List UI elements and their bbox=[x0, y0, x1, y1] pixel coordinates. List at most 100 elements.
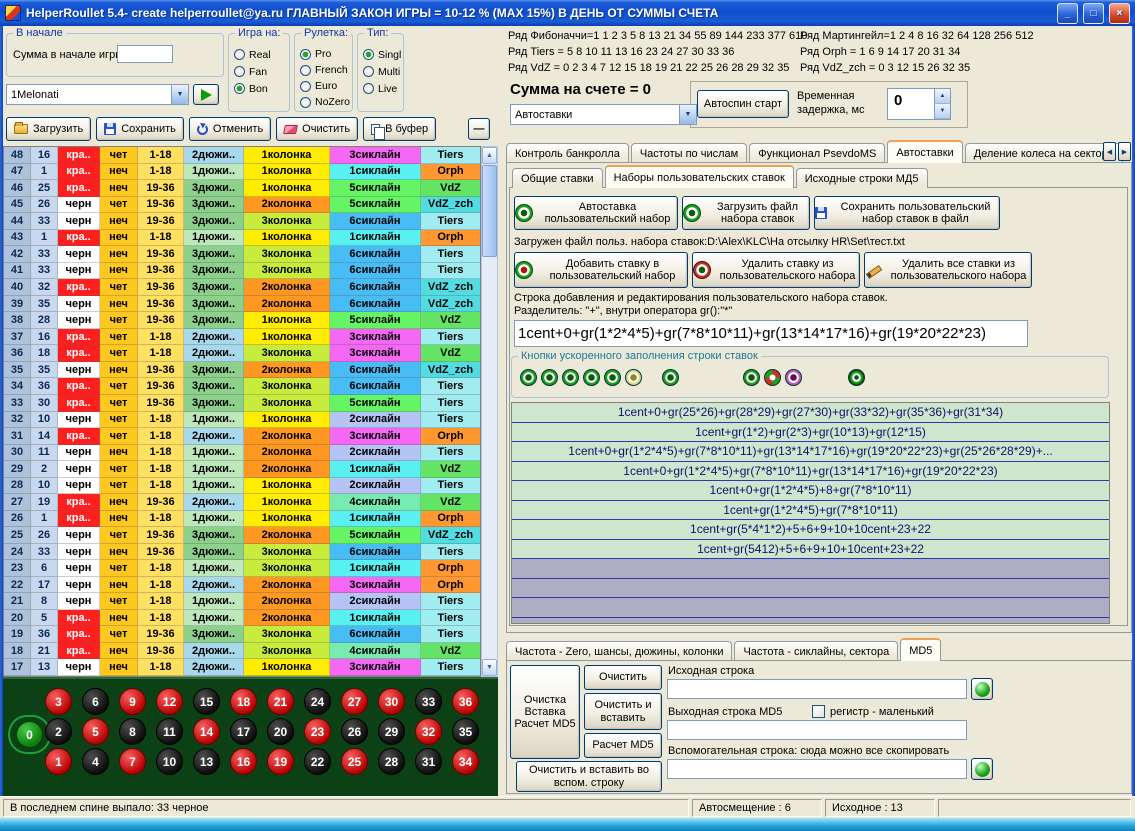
board-number-15[interactable]: 15 bbox=[193, 688, 220, 715]
bet-list-item[interactable]: 1cent+0+gr(1*2*4*5)+gr(7*8*10*11)+gr(13*… bbox=[512, 462, 1109, 482]
board-number-35[interactable]: 35 bbox=[452, 718, 479, 745]
table-row[interactable]: 3716кра..чет1-182дюжи..1колонка3сиклайнT… bbox=[4, 329, 481, 346]
table-row[interactable]: 3330кра..чет19-363дюжи..3колонка5сиклайн… bbox=[4, 395, 481, 412]
board-number-20[interactable]: 20 bbox=[267, 718, 294, 745]
table-row[interactable]: 3114кра..чет1-182дюжи..2колонка3сиклайнO… bbox=[4, 428, 481, 445]
board-number-34[interactable]: 34 bbox=[452, 748, 479, 775]
board-number-1[interactable]: 1 bbox=[45, 748, 72, 775]
main-tab-1[interactable]: Частоты по числам bbox=[631, 143, 747, 163]
md5-calc-button[interactable]: Расчет MD5 bbox=[584, 733, 662, 758]
table-row[interactable]: 3618кра..чет1-182дюжи..3колонка3сиклайнV… bbox=[4, 345, 481, 362]
bet-list-item[interactable]: 1cent+0+gr(1*2*4*5)+gr(7*8*10*11)+gr(13*… bbox=[512, 442, 1109, 462]
freq-tab-2[interactable]: MD5 bbox=[900, 638, 941, 661]
maximize-button[interactable]: □ bbox=[1083, 3, 1104, 24]
board-number-14[interactable]: 14 bbox=[193, 718, 220, 745]
table-row[interactable]: 218чернчет1-181дюжи..2колонка2сиклайнTie… bbox=[4, 593, 481, 610]
clipboard-button[interactable]: В буфер bbox=[363, 117, 436, 141]
radio-singl[interactable]: Singl bbox=[363, 47, 400, 62]
main-tab-0[interactable]: Контроль банкролла bbox=[506, 143, 629, 163]
close-button[interactable]: × bbox=[1109, 3, 1130, 24]
bet-list-item[interactable]: 1cent+gr(5*4*1*2)+5+6+9+10+10cent+23+22 bbox=[512, 520, 1109, 540]
md5-source-input[interactable] bbox=[667, 679, 967, 699]
eraser-button[interactable]: Очистить bbox=[276, 117, 358, 141]
chip-green-button[interactable] bbox=[604, 369, 621, 386]
titlebar[interactable]: HelperRoullet 5.4- create helperroullet@… bbox=[0, 0, 1135, 26]
board-number-24[interactable]: 24 bbox=[304, 688, 331, 715]
table-row[interactable]: 261кра..неч1-181дюжи..1колонка1сиклайнOr… bbox=[4, 511, 481, 528]
board-number-21[interactable]: 21 bbox=[267, 688, 294, 715]
md5-clear-paste-button[interactable]: Очистить и вставить bbox=[584, 693, 662, 730]
board-number-36[interactable]: 36 bbox=[452, 688, 479, 715]
board-number-9[interactable]: 9 bbox=[119, 688, 146, 715]
start-sum-input[interactable] bbox=[117, 45, 173, 63]
board-number-12[interactable]: 12 bbox=[156, 688, 183, 715]
table-row[interactable]: 2433черннеч19-363дюжи..3колонка6сиклайнT… bbox=[4, 544, 481, 561]
md5-clear-button[interactable]: Очистить bbox=[584, 665, 662, 690]
table-row[interactable]: 471кра..неч1-181дюжи..1колонка1сиклайнOr… bbox=[4, 164, 481, 181]
board-number-6[interactable]: 6 bbox=[82, 688, 109, 715]
board-number-4[interactable]: 4 bbox=[82, 748, 109, 775]
tabs-scroll-right-button[interactable] bbox=[1118, 142, 1131, 161]
board-number-5[interactable]: 5 bbox=[82, 718, 109, 745]
board-number-19[interactable]: 19 bbox=[267, 748, 294, 775]
delay-value[interactable]: 0 bbox=[888, 89, 934, 119]
chip-green-button[interactable] bbox=[662, 369, 679, 386]
table-row[interactable]: 3011черннеч1-181дюжи..2колонка2сиклайнTi… bbox=[4, 445, 481, 462]
set-tab-1[interactable]: Наборы пользовательских ставок bbox=[605, 165, 794, 188]
table-row[interactable]: 3828чернчет19-363дюжи..1колонка5сиклайнV… bbox=[4, 312, 481, 329]
board-number-26[interactable]: 26 bbox=[341, 718, 368, 745]
board-number-3[interactable]: 3 bbox=[45, 688, 72, 715]
board-number-2[interactable]: 2 bbox=[45, 718, 72, 745]
board-number-30[interactable]: 30 bbox=[378, 688, 405, 715]
radio-bon[interactable]: Bon bbox=[234, 81, 286, 96]
register-checkbox[interactable] bbox=[812, 705, 825, 718]
bet-string-input[interactable] bbox=[514, 320, 1028, 347]
folder-open-button[interactable]: Загрузить bbox=[6, 117, 91, 141]
table-row[interactable]: 205кра..неч1-181дюжи..2колонка1сиклайнTi… bbox=[4, 610, 481, 627]
radio-fan[interactable]: Fan bbox=[234, 64, 286, 79]
bet-list-item[interactable]: 1cent+gr(1*2)+gr(2*3)+gr(10*13)+gr(12*15… bbox=[512, 423, 1109, 443]
board-number-18[interactable]: 18 bbox=[230, 688, 257, 715]
chip-green-button[interactable] bbox=[520, 369, 537, 386]
table-row[interactable]: 4233черннеч19-363дюжи..3колонка6сиклайнT… bbox=[4, 246, 481, 263]
board-number-10[interactable]: 10 bbox=[156, 748, 183, 775]
table-row[interactable]: 431кра..неч1-181дюжи..1колонка1сиклайнOr… bbox=[4, 230, 481, 247]
table-row[interactable]: 3535черннеч19-363дюжи..2колонка6сиклайнV… bbox=[4, 362, 481, 379]
board-number-28[interactable]: 28 bbox=[378, 748, 405, 775]
main-tab-3[interactable]: Автоставки bbox=[887, 140, 962, 163]
chevron-down-icon[interactable] bbox=[171, 85, 188, 104]
md5-clear-paste-helper-button[interactable]: Очистить и вставить во вспом. строку bbox=[516, 761, 662, 792]
play-button[interactable] bbox=[193, 84, 219, 105]
set-tab-0[interactable]: Общие ставки bbox=[512, 168, 603, 188]
radio-real[interactable]: Real bbox=[234, 47, 286, 62]
board-number-13[interactable]: 13 bbox=[193, 748, 220, 775]
scroll-thumb[interactable] bbox=[482, 165, 497, 257]
delay-spinner[interactable]: 0 bbox=[887, 88, 951, 120]
chip-mix-button[interactable] bbox=[764, 369, 781, 386]
scroll-up-button[interactable] bbox=[482, 147, 497, 164]
board-number-23[interactable]: 23 bbox=[304, 718, 331, 745]
tabs-scroll-left-button[interactable] bbox=[1103, 142, 1116, 161]
board-number-7[interactable]: 7 bbox=[119, 748, 146, 775]
chevron-down-icon[interactable] bbox=[679, 105, 696, 124]
table-row[interactable]: 4032кра..чет19-363дюжи..2колонка6сиклайн… bbox=[4, 279, 481, 296]
board-number-32[interactable]: 32 bbox=[415, 718, 442, 745]
md5-big-button[interactable]: Очистка Вставка Расчет MD5 bbox=[510, 665, 580, 759]
remove-all-bets-button[interactable]: Удалить все ставки из пользовательского … bbox=[864, 252, 1032, 288]
chip-star-button[interactable] bbox=[848, 369, 865, 386]
chip-green-button[interactable] bbox=[743, 369, 760, 386]
table-row[interactable]: 4433черннеч19-363дюжи..3колонка6сиклайнT… bbox=[4, 213, 481, 230]
chip-green-button[interactable] bbox=[583, 369, 600, 386]
table-row[interactable]: 4816кра..чет1-182дюжи..1колонка3сиклайнT… bbox=[4, 147, 481, 164]
chip-green-button[interactable] bbox=[541, 369, 558, 386]
board-number-27[interactable]: 27 bbox=[341, 688, 368, 715]
md5-output-input[interactable] bbox=[667, 720, 967, 740]
chip-pale-button[interactable] bbox=[625, 369, 642, 386]
radio-pro[interactable]: Pro bbox=[300, 47, 349, 61]
table-row[interactable]: 3210чернчет1-181дюжи..1колонка2сиклайнTi… bbox=[4, 412, 481, 429]
chip-green-button[interactable] bbox=[562, 369, 579, 386]
board-number-8[interactable]: 8 bbox=[119, 718, 146, 745]
floppy-button[interactable]: Сохранить bbox=[96, 117, 184, 141]
board-number-31[interactable]: 31 bbox=[415, 748, 442, 775]
md5-helper-action-button[interactable] bbox=[971, 758, 993, 780]
